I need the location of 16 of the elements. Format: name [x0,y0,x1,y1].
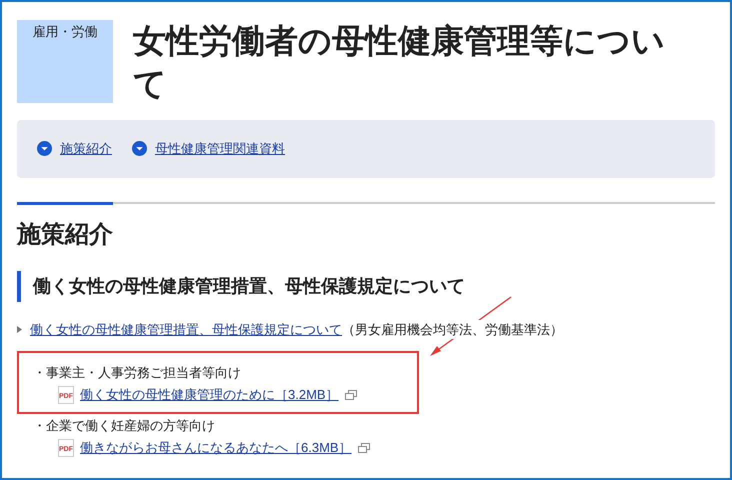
bullet-triangle-icon [17,326,22,334]
chevron-down-circle-icon [132,141,147,156]
lead-link[interactable]: 働く女性の母性健康管理措置、母性保護規定について [30,320,342,340]
subheading: 働く女性の母性健康管理措置、母性保護規定について [33,274,465,298]
audience-label: ・事業主・人事労務ご担当者等向け [33,364,241,382]
chevron-down-circle-icon [37,141,52,156]
audience-label: ・企業で働く妊産婦の方等向け [33,417,215,436]
anchor-link[interactable]: 施策紹介 [60,139,112,159]
new-window-icon [358,442,370,453]
section-heading: 施策紹介 [17,220,114,250]
anchor-link[interactable]: 母性健康管理関連資料 [155,139,285,159]
category-label: 雇用・労働 [17,20,113,103]
pdf-link[interactable]: 働く女性の母性健康管理のために［3.2MB］ [80,384,339,404]
pdf-link[interactable]: 働きながらお母さんになるあなたへ［6.3MB］ [80,438,352,458]
page-title: 女性労働者の母性健康管理等について [133,21,666,104]
new-window-icon [344,390,357,400]
